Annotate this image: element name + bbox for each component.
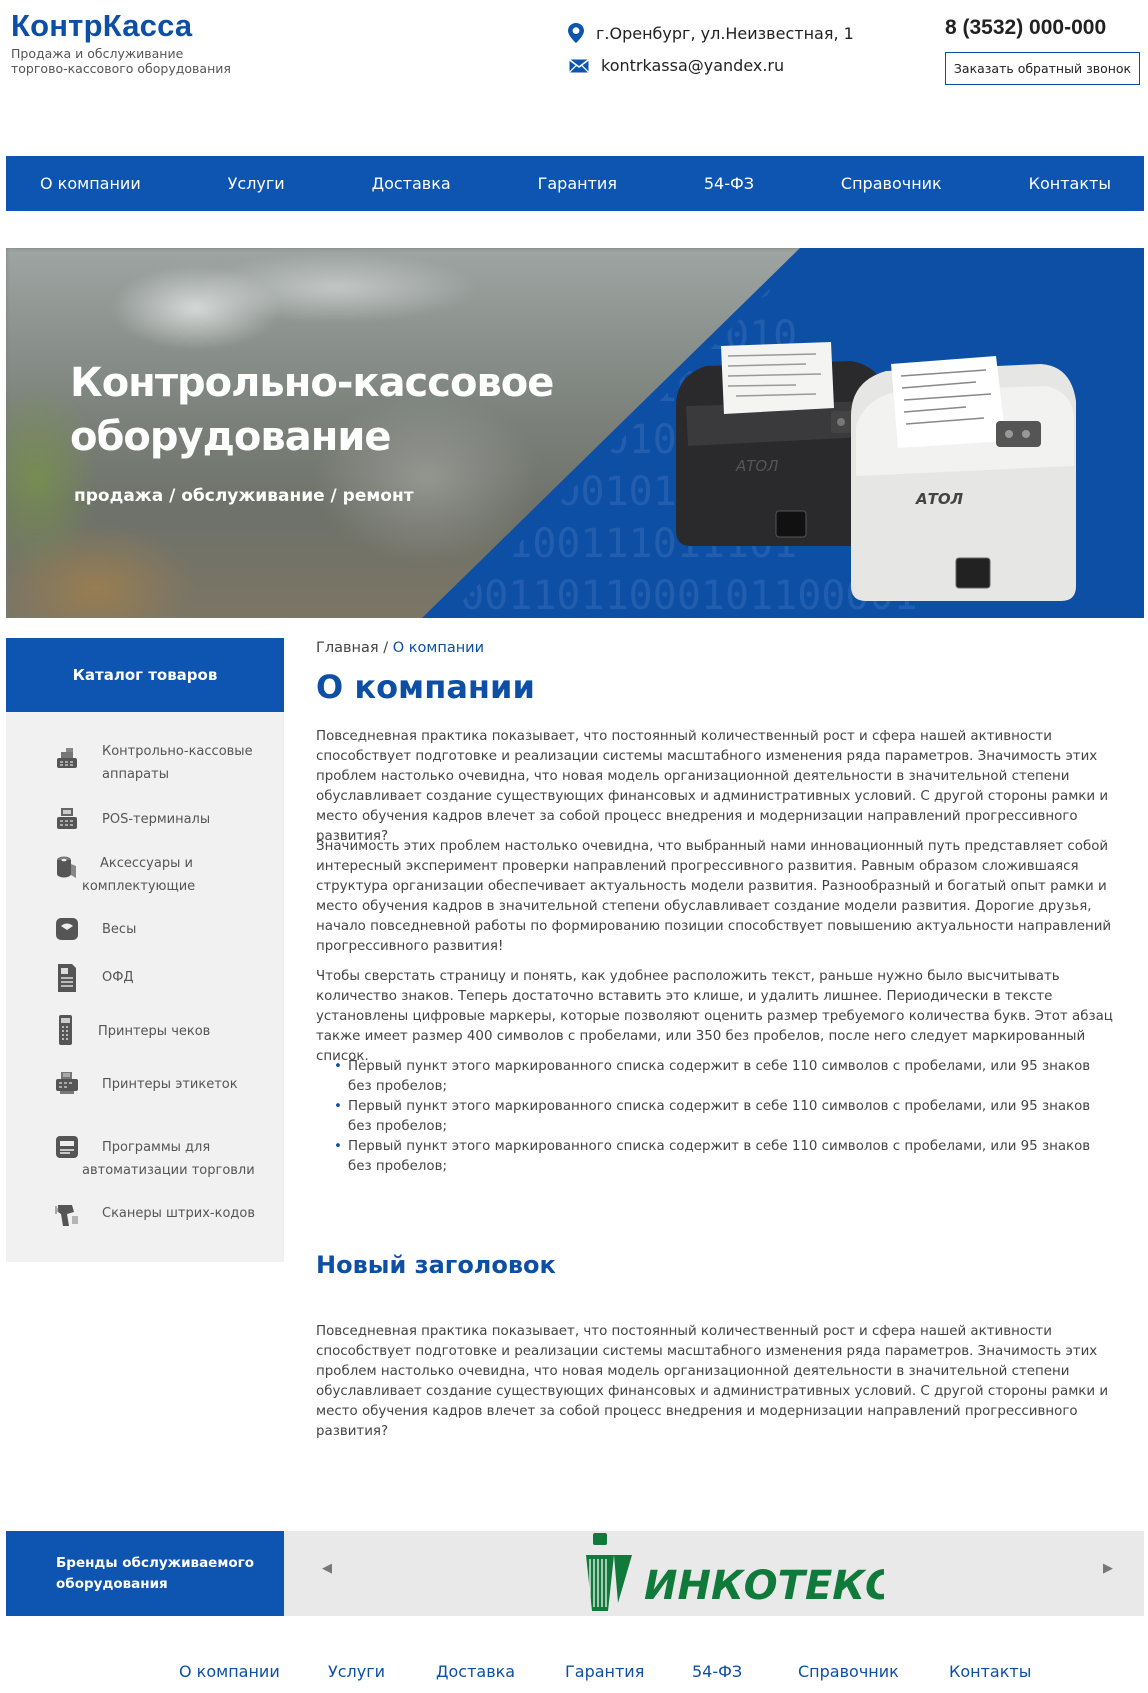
banner-subtitle: продажа / обслуживание / ремонт — [74, 486, 414, 506]
sidebar-item-label: POS-терминалы — [102, 812, 211, 827]
list-item: • Первый пункт этого маркированного списк… — [334, 1139, 1091, 1174]
sidebar-item-ofd[interactable]: ОФД — [6, 963, 284, 995]
sidebar-item-label: ОФД — [102, 970, 134, 985]
nav-item-54fz[interactable]: 54-ФЗ — [704, 174, 754, 193]
printer-brand-dark: АТОЛ — [735, 457, 779, 475]
scales-icon — [56, 918, 78, 940]
nav-item-delivery[interactable]: Доставка — [372, 174, 451, 193]
nav-item-services[interactable]: Услуги — [228, 174, 285, 193]
label-printer-icon — [56, 1072, 78, 1094]
sidebar-item-scales[interactable]: Весы — [6, 916, 284, 946]
breadcrumb-separator: / — [383, 640, 389, 656]
receipt-printer-icon — [59, 1015, 72, 1045]
hero-banner: 00000111011100 100101000101010 110001100… — [6, 248, 1144, 618]
cash-register-icon — [57, 748, 77, 768]
envelope-icon — [569, 58, 589, 73]
brands-title: Бренды обслуживаемого оборудования — [6, 1531, 284, 1616]
site-logo[interactable]: КонтрКасса — [11, 8, 192, 44]
main-nav: О компании Услуги Доставка Гарантия 54-Ф… — [6, 156, 1144, 211]
sidebar-item-label: Контрольно-кассовые аппараты — [102, 744, 253, 782]
breadcrumb-home[interactable]: Главная — [316, 640, 379, 656]
software-icon — [56, 1136, 78, 1158]
nav-item-contacts[interactable]: Контакты — [1029, 174, 1111, 193]
list-item: • Первый пункт этого маркированного списк… — [334, 1059, 1091, 1094]
footer-item-delivery[interactable]: Доставка — [436, 1662, 515, 1681]
banner-title: Контрольно-кассовое оборудование — [70, 356, 630, 464]
site-tagline: Продажа и обслуживание торгово-кассового… — [11, 46, 271, 76]
phone-number[interactable]: 8 (3532) 000-000 — [945, 16, 1106, 40]
breadcrumb-current: О компании — [392, 640, 485, 656]
printer-brand-light: АТОЛ — [915, 490, 964, 508]
sidebar-item-cash-registers[interactable]: Контрольно-кассовые аппараты — [6, 740, 284, 786]
sidebar-item-label: Принтеры чеков — [98, 1024, 211, 1039]
content-paragraph-1: Повседневная практика показывает, что по… — [316, 729, 1109, 844]
footer-item-contacts[interactable]: Контакты — [949, 1662, 1031, 1681]
brands-carousel: Бренды обслуживаемого оборудования ◀ ИНК… — [6, 1531, 1144, 1616]
nav-item-reference[interactable]: Справочник — [841, 174, 942, 193]
sidebar-item-label: Программы для автоматизации торговли — [82, 1140, 255, 1178]
sidebar-item-label: Аксессуары и комплектующие — [82, 856, 196, 894]
site-header: КонтрКасса Продажа и обслуживание торгов… — [0, 0, 1148, 150]
sidebar-item-barcode-scanners[interactable]: Сканеры штрих-кодов — [6, 1200, 284, 1230]
section-heading: Новый заголовок — [316, 1251, 556, 1279]
footer-item-about[interactable]: О компании — [179, 1662, 280, 1681]
nav-item-about[interactable]: О компании — [40, 174, 141, 193]
incotex-logo[interactable]: ИНКОТЕКС — [584, 1533, 884, 1613]
sidebar-item-accessories[interactable]: Аксессуары и комплектующие — [6, 852, 284, 898]
arrow-right-icon[interactable]: ▶ — [1103, 1561, 1113, 1576]
nav-item-warranty[interactable]: Гарантия — [538, 174, 617, 193]
footer-nav: О компании Услуги Доставка Гарантия 54-Ф… — [0, 1662, 1148, 1690]
address-text: г.Оренбург, ул.Неизвестная, 1 — [596, 23, 854, 43]
content-paragraph-3: Чтобы сверстать страницу и понять, как у… — [316, 969, 1113, 1064]
catalog-title[interactable]: Каталог товаров — [6, 638, 284, 712]
sidebar-item-label: Сканеры штрих-кодов — [102, 1206, 256, 1221]
barcode-scanner-icon — [55, 1205, 78, 1226]
banner-title-line2: оборудование — [70, 414, 391, 460]
breadcrumb: Главная / О компании — [316, 640, 484, 656]
sidebar-item-software[interactable]: Программы для автоматизации торговли — [6, 1134, 284, 1180]
content-paragraph-4: Повседневная практика показывает, что по… — [316, 1324, 1109, 1439]
email-link[interactable]: kontrkassa@yandex.ru — [601, 56, 784, 75]
receipt-printers-image: АТОЛ АТОЛ — [676, 342, 1076, 601]
catalog-sidebar: Каталог товаров Контрольно-кассовые аппа… — [6, 638, 284, 1262]
bullet-icon: • — [334, 1099, 342, 1114]
sidebar-item-label: Весы — [102, 922, 137, 937]
paper-roll-icon — [57, 856, 76, 878]
sidebar-item-label-printers[interactable]: Принтеры этикеток — [6, 1070, 284, 1100]
arrow-left-icon[interactable]: ◀ — [322, 1561, 332, 1576]
page-title: О компании — [316, 668, 535, 706]
document-icon — [58, 964, 76, 992]
footer-item-services[interactable]: Услуги — [328, 1662, 385, 1681]
map-pin-icon — [568, 23, 584, 43]
incotex-text: ИНКОТЕКС — [644, 1563, 884, 1609]
address-block: г.Оренбург, ул.Неизвестная, 1 — [568, 23, 854, 43]
bullet-icon: • — [334, 1139, 342, 1154]
callback-button[interactable]: Заказать обратный звонок — [945, 52, 1140, 85]
footer-item-warranty[interactable]: Гарантия — [565, 1662, 644, 1681]
footer-item-54fz[interactable]: 54-ФЗ — [692, 1662, 742, 1681]
tagline-line1: Продажа и обслуживание — [11, 46, 184, 61]
tagline-line2: торгово-кассового оборудования — [11, 61, 231, 76]
sidebar-item-label: Принтеры этикеток — [102, 1077, 238, 1092]
bullet-list: • Первый пункт этого маркированного списк… — [334, 1057, 1114, 1177]
email-block: kontrkassa@yandex.ru — [569, 56, 784, 75]
sidebar-item-pos-terminals[interactable]: POS-терминалы — [6, 806, 284, 836]
bullet-icon: • — [334, 1059, 342, 1074]
banner-title-line1: Контрольно-кассовое — [70, 360, 554, 406]
footer-item-reference[interactable]: Справочник — [798, 1662, 899, 1681]
content-paragraph-2: Значимость этих проблем настолько очевид… — [316, 839, 1112, 954]
pos-terminal-icon — [57, 808, 77, 829]
list-item: • Первый пункт этого маркированного списк… — [334, 1099, 1091, 1134]
sidebar-item-receipt-printers[interactable]: Принтеры чеков — [6, 1014, 284, 1048]
